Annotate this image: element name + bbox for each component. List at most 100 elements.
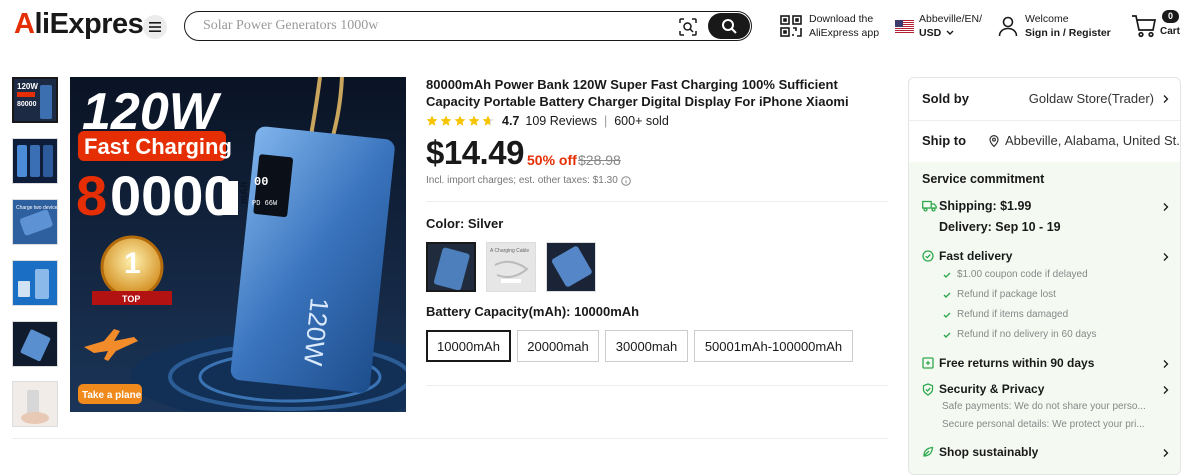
capacity-unit: mAh — [239, 182, 250, 204]
locale-line1: Abbeville/EN/ — [919, 13, 983, 25]
fast-delivery-item: Refund if items damaged — [943, 309, 1068, 320]
original-price: $28.98 — [578, 152, 621, 168]
svg-text:120W: 120W — [17, 82, 38, 91]
check-icon — [943, 332, 951, 338]
chevron-right-icon[interactable] — [1162, 449, 1170, 457]
current-price: $14.49 — [426, 134, 524, 171]
capacity-option-50001-100000[interactable]: 50001mAh-100000mAh — [694, 330, 853, 362]
info-icon[interactable] — [620, 175, 631, 186]
chevron-right-icon[interactable] — [1162, 360, 1170, 368]
star-icon — [454, 115, 466, 126]
color-option-silver[interactable] — [426, 242, 476, 292]
locale-selector[interactable]: Abbeville/EN/USD — [895, 12, 982, 40]
medal-number: 1 — [124, 247, 141, 280]
fast-delivery-title[interactable]: Fast delivery — [939, 249, 1012, 263]
fast-delivery-text: Refund if no delivery in 60 days — [957, 329, 1097, 340]
fast-delivery-item: Refund if no delivery in 60 days — [943, 329, 1097, 340]
thumbnail-1[interactable]: 120W 80000 — [12, 77, 58, 123]
sold-by-row[interactable]: Sold by Goldaw Store(Trader) — [909, 91, 1180, 111]
color-option-blue[interactable] — [546, 242, 596, 292]
signin-link[interactable]: Sign in / Register — [1025, 26, 1111, 40]
svg-text:A Charging Cable: A Charging Cable — [490, 248, 529, 254]
app-line2: AliExpress app — [809, 27, 880, 39]
fast-delivery-text: Refund if items damaged — [957, 309, 1069, 320]
store-name[interactable]: Goldaw Store(Trader) — [1029, 91, 1154, 106]
sold-count: 600+ sold — [614, 114, 669, 128]
capacity-option-30000[interactable]: 30000mah — [605, 330, 688, 362]
ship-to-label: Ship to — [922, 133, 967, 148]
thumbnail-5[interactable] — [12, 321, 58, 367]
search-icon — [722, 19, 737, 34]
cart-icon[interactable] — [1131, 14, 1157, 38]
menu-button[interactable] — [143, 15, 167, 39]
return-box-icon — [922, 357, 934, 369]
logo-rest: liExpress — [34, 8, 159, 40]
security-title[interactable]: Security & Privacy — [939, 382, 1044, 396]
discount-percent: 50% off — [527, 152, 577, 168]
cart-label[interactable]: Cart — [1160, 26, 1180, 37]
user-icon — [998, 16, 1018, 37]
fast-delivery-text: $1.00 coupon code if delayed — [957, 269, 1088, 280]
color-option-cable[interactable]: A Charging Cable — [486, 242, 536, 292]
currency: USD — [919, 27, 942, 39]
thumbnail-3[interactable]: Charge two devices — [12, 199, 58, 245]
search-input[interactable] — [203, 17, 663, 35]
shipping-cost[interactable]: Shipping: $1.99 — [939, 199, 1031, 213]
free-returns[interactable]: Free returns within 90 days — [939, 356, 1094, 370]
camera-scan-icon — [679, 18, 697, 36]
security-note: Safe payments: We do not share your pers… — [942, 401, 1146, 412]
svg-text:8: 8 — [76, 164, 107, 227]
thumbnail-6[interactable] — [12, 381, 58, 427]
aliexpress-logo[interactable]: AliExpress — [14, 8, 159, 41]
hamburger-icon — [149, 22, 161, 32]
chevron-right-icon[interactable] — [1162, 253, 1170, 261]
ship-to-row[interactable]: Ship to Abbeville, Alabama, United St... — [909, 133, 1180, 153]
main-product-image[interactable]: 120W Fast Charging 8 0000 mAh 1 TOP Take… — [70, 77, 406, 412]
tax-note: Incl. import charges; est. other taxes: … — [426, 175, 631, 186]
chevron-right-icon[interactable] — [1162, 203, 1170, 211]
thumbnail-4[interactable] — [12, 260, 58, 306]
chevron-right-icon[interactable] — [1162, 386, 1170, 394]
tax-note-text: Incl. import charges; est. other taxes: … — [426, 175, 618, 186]
shield-check-icon — [922, 383, 934, 396]
app-line1: Download the — [809, 13, 874, 25]
star-icon — [426, 115, 438, 126]
chevron-right-icon — [1163, 95, 1169, 103]
thumbnail-2[interactable] — [12, 138, 58, 184]
qr-code-icon — [780, 15, 802, 37]
capacity-option-10000[interactable]: 10000mAh — [426, 330, 511, 362]
star-icon — [482, 115, 494, 126]
shop-sustainably[interactable]: Shop sustainably — [939, 445, 1038, 459]
device-display-top: 00 — [254, 175, 268, 189]
chevron-down-icon — [946, 30, 954, 35]
image-search-button[interactable] — [677, 16, 699, 38]
fast-delivery-item: Refund if package lost — [943, 289, 1056, 300]
service-title: Service commitment — [922, 172, 1045, 186]
search-button[interactable] — [708, 13, 750, 39]
svg-text:80000: 80000 — [17, 101, 37, 108]
fast-delivery-item: $1.00 coupon code if delayed — [943, 269, 1088, 280]
truck-icon — [922, 200, 937, 212]
sold-by-label: Sold by — [922, 91, 969, 106]
capacity-option-20000[interactable]: 20000mah — [517, 330, 599, 362]
account-menu[interactable]: Welcome Sign in / Register — [997, 12, 1111, 40]
check-icon — [943, 312, 951, 318]
ship-to-location[interactable]: Abbeville, Alabama, United St... — [1005, 133, 1180, 148]
location-pin-icon — [989, 135, 999, 147]
check-icon — [943, 292, 951, 298]
device-display-bottom: PD 66W — [252, 200, 278, 208]
svg-text:0000: 0000 — [110, 164, 235, 227]
svg-text:Charge two devices: Charge two devices — [16, 205, 57, 211]
welcome-text: Welcome — [1025, 13, 1069, 25]
check-icon — [943, 272, 951, 278]
color-label: Color: Silver — [426, 216, 504, 231]
rating-row: 4.7 109 Reviews | 600+ sold — [426, 114, 669, 128]
product-title: 80000mAh Power Bank 120W Super Fast Char… — [426, 77, 849, 109]
reviews-link[interactable]: 109 Reviews — [525, 114, 597, 128]
delivery-date: Delivery: Sep 10 - 19 — [939, 220, 1061, 234]
star-rating — [426, 115, 494, 127]
download-app-link[interactable]: Download the AliExpress app — [780, 12, 879, 40]
capacity-label: Battery Capacity(mAh): 10000mAh — [426, 304, 640, 319]
leaf-icon — [923, 446, 934, 457]
fast-delivery-text: Refund if package lost — [957, 289, 1056, 300]
